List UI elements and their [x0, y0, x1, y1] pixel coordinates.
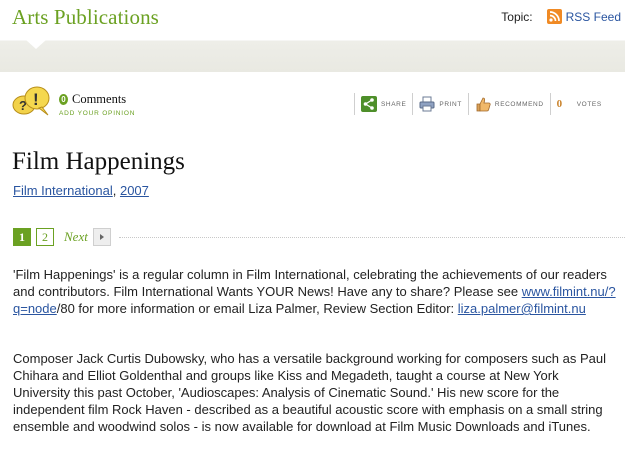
votes-count: 0 — [556, 98, 563, 110]
svg-text:!: ! — [33, 90, 39, 109]
chevron-right-icon — [99, 234, 104, 240]
byline: Film International, 2007 — [13, 183, 149, 198]
page-2-button[interactable]: 2 — [36, 228, 54, 246]
add-opinion-link[interactable]: ADD YOUR OPINION — [59, 110, 135, 117]
body-paragraph: Composer Jack Curtis Dubowsky, who has a… — [13, 351, 606, 434]
comments-label[interactable]: Comments — [72, 92, 126, 107]
votes-display: 0 VOTES — [549, 93, 608, 115]
comments-block[interactable]: 0 Comments ADD YOUR OPINION — [59, 92, 135, 117]
thumbs-up-icon — [476, 97, 491, 112]
intro-text-a: 'Film Happenings' is a regular column in… — [13, 267, 607, 299]
topic-label: Topic: — [501, 9, 533, 24]
article-title: Film Happenings — [12, 148, 185, 175]
share-label: SHARE — [381, 100, 407, 108]
article-actions: SHARE PRINT RECOMMEND 0 VOTES — [354, 93, 608, 115]
byline-separator: , — [112, 183, 117, 198]
share-button[interactable]: SHARE — [354, 93, 412, 115]
pager-divider — [118, 236, 625, 238]
print-button[interactable]: PRINT — [412, 93, 468, 115]
intro-text-b: /80 for more information or email Liza P… — [56, 301, 458, 316]
comment-count-badge: 0 — [59, 94, 68, 105]
header-notch — [26, 40, 46, 49]
comment-speech-bubble-icon[interactable]: ? ! — [12, 85, 52, 119]
source-link[interactable]: Film International — [13, 183, 113, 198]
recommend-label: RECOMMEND — [494, 100, 544, 108]
votes-label: VOTES — [576, 100, 602, 108]
share-icon — [361, 96, 377, 112]
next-page-link[interactable]: Next — [64, 229, 88, 245]
recommend-button[interactable]: RECOMMEND — [467, 93, 550, 115]
rss-feed-link[interactable]: RSS Feed — [566, 10, 621, 24]
next-arrow-button[interactable] — [92, 228, 111, 246]
pagination: 1 2 Next — [13, 227, 625, 247]
printer-icon — [419, 96, 435, 112]
year-link[interactable]: 2007 — [120, 183, 149, 198]
article-toolbar: ? ! 0 Comments ADD YOUR OPINION SHARE PR… — [0, 83, 625, 123]
site-title[interactable]: Arts Publications — [12, 5, 159, 30]
print-label: PRINT — [439, 100, 462, 108]
rss-icon[interactable] — [546, 9, 562, 24]
editor-email-link[interactable]: liza.palmer@filmint.nu — [458, 301, 586, 316]
page-1-button[interactable]: 1 — [13, 228, 31, 246]
intro-paragraph: 'Film Happenings' is a regular column in… — [13, 266, 618, 317]
topic-bar: Topic: RSS Feed — [501, 9, 621, 24]
